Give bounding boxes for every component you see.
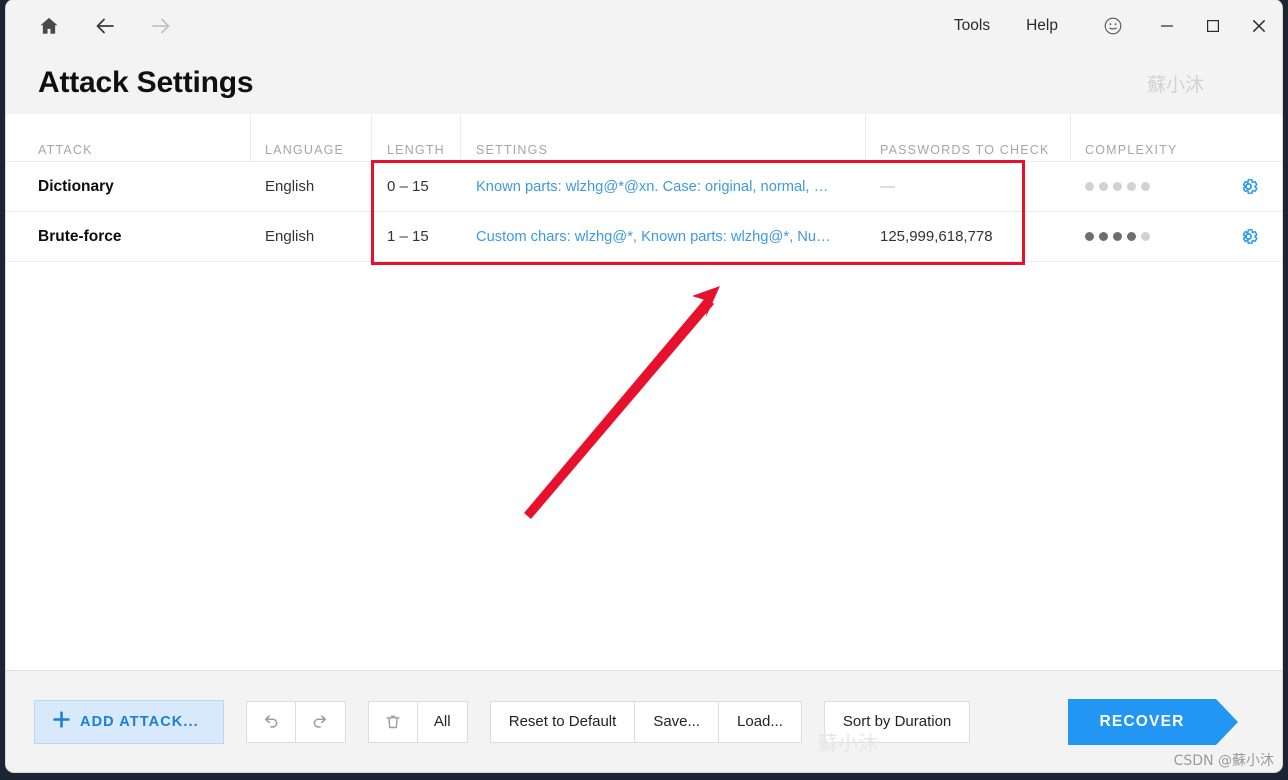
menu-help[interactable]: Help: [1008, 0, 1076, 52]
column-header-language[interactable]: LANGUAGE: [250, 114, 371, 161]
titlebar-right: Tools Help: [936, 0, 1282, 52]
cell-attack-name: Brute-force: [6, 212, 250, 261]
bottom-toolbar: ADD ATTACK... All Reset to Default Save.…: [6, 670, 1282, 772]
load-button[interactable]: Load...: [719, 700, 802, 743]
redo-button[interactable]: [295, 700, 346, 743]
cell-length: 1 – 15: [371, 212, 460, 261]
complexity-dot: [1113, 182, 1122, 191]
window-maximize-button[interactable]: [1190, 0, 1236, 52]
complexity-dots: [1085, 182, 1150, 191]
settings-link[interactable]: Known parts: wlzhg@*@xn. Case: original,…: [476, 179, 828, 195]
cell-language: English: [250, 162, 371, 211]
reset-save-load-group: Reset to Default Save... Load...: [489, 700, 802, 743]
column-header-length[interactable]: LENGTH: [371, 114, 460, 161]
length-label: 1 – 15: [387, 228, 429, 245]
passwords-to-check-value: —: [880, 178, 895, 195]
row-settings-gear-icon[interactable]: [1237, 162, 1260, 211]
add-attack-label: ADD ATTACK...: [80, 713, 199, 730]
complexity-dot: [1113, 232, 1122, 241]
complexity-dot: [1085, 232, 1094, 241]
save-button[interactable]: Save...: [635, 700, 720, 743]
column-header-complexity[interactable]: COMPLEXITY: [1070, 114, 1282, 161]
attack-list-empty-area: [6, 262, 1282, 661]
complexity-dot: [1127, 182, 1136, 191]
cell-settings: Custom chars: wlzhg@*, Known parts: wlzh…: [460, 212, 865, 261]
menu-tools[interactable]: Tools: [936, 0, 1008, 52]
complexity-dots: [1085, 232, 1150, 241]
length-label: 0 – 15: [387, 178, 429, 195]
reset-to-default-button[interactable]: Reset to Default: [489, 700, 636, 743]
cell-attack-name: Dictionary: [6, 162, 250, 211]
row-settings-gear-icon[interactable]: [1237, 212, 1260, 261]
complexity-dot: [1141, 232, 1150, 241]
complexity-dot: [1099, 182, 1108, 191]
recover-button[interactable]: RECOVER: [1068, 698, 1238, 745]
column-header-settings[interactable]: SETTINGS: [460, 114, 865, 161]
add-attack-button[interactable]: ADD ATTACK...: [34, 699, 224, 744]
delete-group: All: [367, 700, 468, 743]
attack-name-label: Brute-force: [38, 227, 122, 245]
complexity-dot: [1141, 182, 1150, 191]
cell-settings: Known parts: wlzhg@*@xn. Case: original,…: [460, 162, 865, 211]
window-minimize-button[interactable]: [1144, 0, 1190, 52]
cell-passwords-to-check: 125,999,618,778: [865, 212, 1070, 261]
feedback-smiley-icon[interactable]: [1076, 15, 1144, 37]
complexity-dot: [1085, 182, 1094, 191]
table-row[interactable]: Brute-force English 1 – 15 Custom chars:…: [6, 212, 1282, 262]
watermark-toolbar: 蘇小沐: [818, 731, 878, 755]
table-row[interactable]: Dictionary English 0 – 15 Known parts: w…: [6, 162, 1282, 212]
cell-language: English: [250, 212, 371, 261]
settings-link[interactable]: Custom chars: wlzhg@*, Known parts: wlzh…: [476, 229, 831, 245]
plus-icon: [53, 711, 70, 732]
cell-passwords-to-check: —: [865, 162, 1070, 211]
passwords-to-check-value: 125,999,618,778: [880, 228, 993, 245]
language-label: English: [265, 228, 315, 245]
complexity-dot: [1099, 232, 1108, 241]
home-icon[interactable]: [34, 11, 64, 41]
select-all-button[interactable]: All: [417, 700, 468, 743]
page-title: Attack Settings: [38, 66, 254, 99]
page-header: Attack Settings 蘇小沐: [6, 52, 1282, 114]
column-header-passwords-to-check[interactable]: PASSWORDS TO CHECK: [865, 114, 1070, 161]
watermark-header: 蘇小沐: [1146, 74, 1204, 96]
watermark-csdn: CSDN @蘇小沐: [1173, 753, 1274, 769]
complexity-dot: [1127, 232, 1136, 241]
delete-button[interactable]: [367, 700, 418, 743]
window-bottom-edge: [0, 774, 1288, 780]
undo-button[interactable]: [245, 700, 296, 743]
back-icon[interactable]: [90, 11, 120, 41]
table-header-row: ATTACK LANGUAGE LENGTH SETTINGS PASSWORD…: [6, 114, 1282, 162]
title-bar: Tools Help: [6, 0, 1282, 52]
language-label: English: [265, 178, 315, 195]
attack-name-label: Dictionary: [38, 177, 114, 195]
window-close-button[interactable]: [1236, 0, 1282, 52]
attack-table: ATTACK LANGUAGE LENGTH SETTINGS PASSWORD…: [6, 114, 1282, 262]
column-header-attack[interactable]: ATTACK: [6, 114, 250, 161]
undo-redo-group: [245, 700, 346, 743]
forward-icon: [146, 11, 176, 41]
application-window: Tools Help Attack Settings 蘇小沐 ATTACK LA…: [6, 0, 1282, 772]
cell-length: 0 – 15: [371, 162, 460, 211]
navigation-icons: [6, 11, 176, 41]
